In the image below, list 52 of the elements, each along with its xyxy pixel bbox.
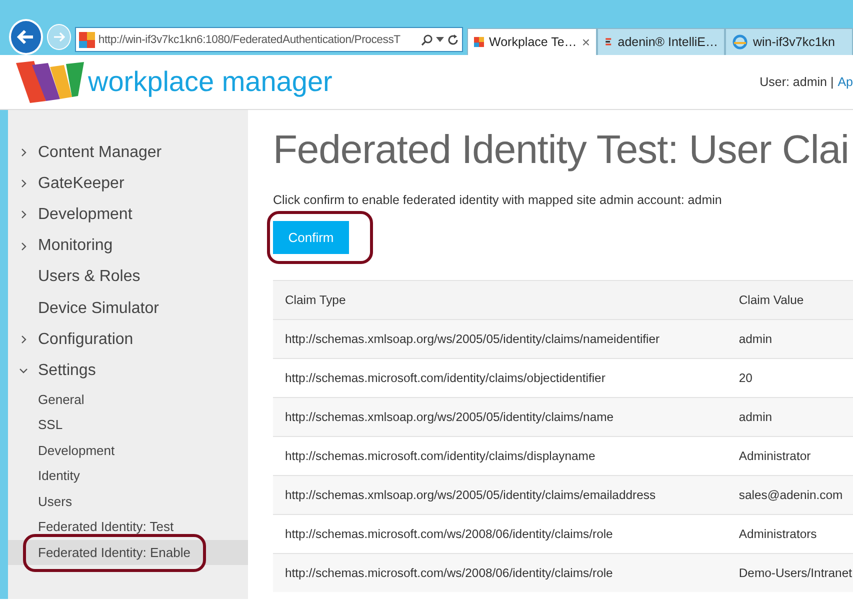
- sidebar-subitem[interactable]: Development: [8, 438, 248, 463]
- chevron-down-icon: [18, 366, 28, 376]
- dropdown-caret-icon[interactable]: [436, 37, 444, 42]
- sidebar-item[interactable]: Settings: [8, 355, 248, 386]
- sidebar-subitem[interactable]: Federated Identity: Test: [8, 514, 248, 540]
- page-title: Federated Identity Test: User Clai: [273, 128, 850, 173]
- user-label: User: admin |: [760, 75, 834, 89]
- sidebar-subitem[interactable]: Federated Identity: Enable: [8, 540, 248, 565]
- logo-text: workplace manager: [88, 66, 332, 98]
- sidebar-item[interactable]: Configuration: [8, 324, 248, 356]
- arrow-right-icon: [53, 32, 66, 42]
- table-cell: Demo-Users/Intranet: [726, 554, 853, 592]
- table-cell: http://schemas.xmlsoap.org/ws/2005/05/identity/claims/emailaddress: [273, 476, 727, 514]
- refresh-icon[interactable]: [447, 34, 459, 46]
- search-icon[interactable]: [421, 34, 433, 46]
- tab-favicon-icon: [474, 34, 484, 50]
- sidebar-item[interactable]: GateKeeper: [8, 168, 248, 200]
- sidebar-subitem[interactable]: SSL: [8, 412, 248, 438]
- sidebar-subitem[interactable]: General: [8, 386, 248, 412]
- table-cell: admin: [726, 320, 853, 358]
- arrow-left-icon: [16, 29, 35, 45]
- chevron-right-icon: [18, 210, 28, 220]
- chevron-right-icon: [18, 242, 28, 251]
- sidebar-subitem[interactable]: Users: [8, 488, 248, 514]
- chevron-right-icon: [18, 179, 28, 188]
- description-text: Click confirm to enable federated identity with mapped site admin account: admin: [273, 193, 723, 207]
- sidebar-item[interactable]: Development: [8, 199, 248, 231]
- header-link[interactable]: Ap: [838, 75, 853, 89]
- sidebar-item[interactable]: Monitoring: [8, 230, 248, 262]
- sidebar-subitem[interactable]: Identity: [8, 463, 248, 488]
- table-cell: sales@adenin.com: [726, 476, 853, 514]
- logo-w-icon: [16, 61, 86, 103]
- back-button[interactable]: [9, 19, 43, 55]
- browser-tab[interactable]: adenin® IntelliE…: [597, 28, 725, 55]
- url-text: http://win-if3v7kc1kn6:1080/FederatedAuthentication/ProcessT: [98, 34, 402, 46]
- chevron-right-icon: [18, 148, 28, 158]
- table-cell: admin: [726, 398, 853, 436]
- chevron-right-icon: [18, 335, 28, 344]
- close-tab-button[interactable]: ×: [582, 34, 590, 50]
- sidebar-item[interactable]: Device Simulator: [8, 292, 248, 324]
- tab-favicon-icon: [732, 34, 748, 50]
- table-cell: http://schemas.microsoft.com/ws/2008/06/identity/claims/role: [273, 554, 727, 592]
- browser-tab[interactable]: win-if3v7kc1kn: [725, 28, 853, 55]
- browser-tab[interactable]: Workplace Te… ×: [467, 28, 597, 55]
- site-favicon-icon: [79, 32, 96, 48]
- table-cell: http://schemas.xmlsoap.org/ws/2005/05/identity/claims/nameidentifier: [273, 320, 727, 358]
- sidebar-item[interactable]: Content Manager: [8, 137, 248, 168]
- column-header: Claim Type: [273, 280, 727, 320]
- sidebar-item[interactable]: Users & Roles: [8, 262, 248, 293]
- address-bar[interactable]: http://win-if3v7kc1kn6:1080/FederatedAuthentication/ProcessT: [75, 27, 463, 52]
- table-cell: http://schemas.xmlsoap.org/ws/2005/05/identity/claims/name: [273, 398, 727, 436]
- column-header: Claim Value: [726, 280, 853, 320]
